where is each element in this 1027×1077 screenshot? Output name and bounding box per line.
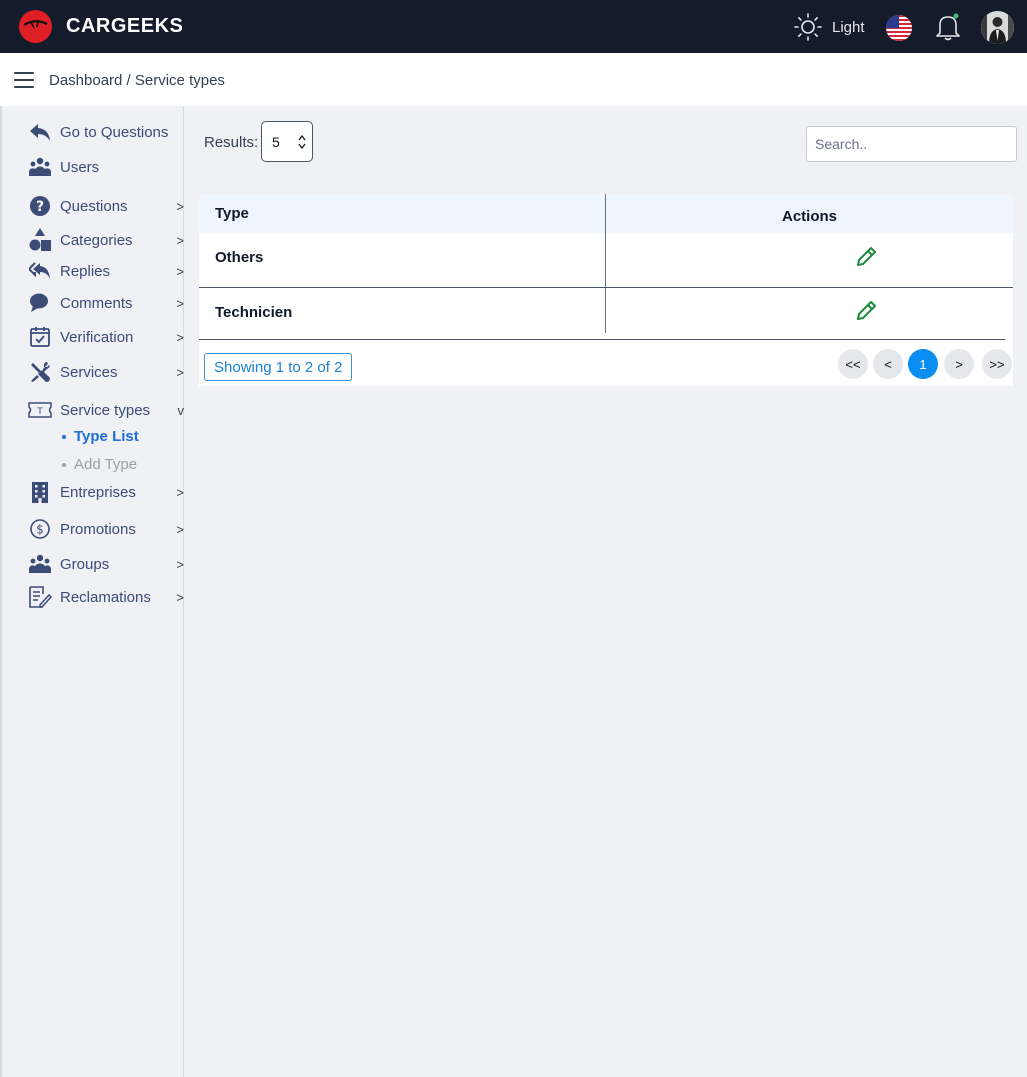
sidebar-item-questions[interactable]: ? Questions >: [28, 193, 184, 219]
brand-name: CARGEEKS: [66, 15, 184, 37]
sidebar-item-go-to-questions[interactable]: Go to Questions: [28, 119, 184, 145]
results-per-page-select[interactable]: 5: [261, 121, 313, 162]
pagination-page-1[interactable]: 1: [908, 349, 938, 379]
pagination-next-button[interactable]: >: [944, 349, 974, 379]
shapes-icon: [28, 228, 52, 252]
calendar-check-icon: [28, 325, 52, 349]
reply-arrow-icon: [28, 120, 52, 144]
svg-text:$: $: [36, 523, 44, 537]
svg-text:?: ?: [36, 199, 44, 215]
sidebar-item-reclamations[interactable]: Reclamations >: [28, 584, 184, 610]
pagination-prev-button[interactable]: <: [873, 349, 903, 379]
sidebar-item-replies[interactable]: Replies >: [28, 258, 184, 284]
pagination-last-button[interactable]: >>: [982, 349, 1012, 379]
row-divider: [199, 339, 1005, 340]
us-flag-icon[interactable]: [886, 15, 912, 41]
logo[interactable]: [19, 10, 52, 43]
ticket-icon: T: [28, 398, 52, 422]
dollar-circle-icon: $: [28, 517, 52, 541]
bell-icon[interactable]: [934, 12, 962, 42]
users-icon: [28, 552, 52, 576]
table-row-type: Others: [215, 249, 264, 266]
question-circle-icon: ?: [28, 194, 52, 218]
sidebar-item-promotions[interactable]: $ Promotions >: [28, 516, 184, 542]
sidebar-item-groups[interactable]: Groups >: [28, 551, 184, 577]
comments-icon: [28, 291, 52, 315]
search-input[interactable]: [806, 126, 1017, 162]
bullet-icon: [62, 434, 66, 439]
bullet-icon: [62, 462, 66, 467]
sidebar-item-users[interactable]: Users: [28, 154, 184, 180]
sidebar-subitem-type-list[interactable]: Type List: [62, 428, 139, 445]
sidebar-item-services[interactable]: Services >: [28, 359, 184, 385]
tools-icon: [28, 360, 52, 384]
service-types-table: Type Actions Others Technicien Showing 1…: [199, 194, 1013, 386]
column-header-actions: Actions: [606, 194, 1013, 233]
document-edit-icon: [28, 585, 52, 609]
theme-toggle[interactable]: Light: [793, 12, 865, 42]
sun-icon: [794, 13, 822, 41]
showing-entries-info: Showing 1 to 2 of 2: [204, 353, 353, 381]
column-header-type[interactable]: Type: [199, 194, 606, 233]
results-label: Results:: [204, 134, 259, 151]
breadcrumb: Dashboard / Service types: [49, 72, 225, 89]
sidebar-item-categories[interactable]: Categories >: [28, 227, 184, 253]
user-avatar[interactable]: [981, 11, 1014, 44]
column-divider: [605, 194, 606, 333]
breadcrumb-bar: Dashboard / Service types: [0, 53, 1027, 106]
top-bar: CARGEEKS Light: [0, 0, 1027, 53]
theme-label: Light: [832, 18, 865, 36]
sidebar-item-entreprises[interactable]: Entreprises >: [28, 479, 184, 505]
building-icon: [28, 480, 52, 504]
sidebar-item-verification[interactable]: Verification >: [28, 324, 184, 350]
pagination-first-button[interactable]: <<: [838, 349, 868, 379]
select-arrows-icon: [298, 135, 306, 149]
row-divider: [199, 287, 1013, 288]
sidebar: Go to Questions Users ? Questions > Cate…: [0, 106, 184, 1077]
pencil-icon[interactable]: [853, 298, 879, 324]
table-row-type: Technicien: [215, 304, 293, 321]
users-icon: [28, 155, 52, 179]
svg-text:T: T: [36, 407, 43, 417]
hamburger-menu-icon[interactable]: [14, 72, 34, 88]
pencil-icon[interactable]: [853, 244, 879, 270]
sidebar-subitem-add-type[interactable]: Add Type: [62, 456, 137, 473]
sidebar-item-service-types[interactable]: T Service types v: [28, 397, 184, 423]
sidebar-item-comments[interactable]: Comments >: [28, 290, 184, 316]
reply-all-icon: [28, 259, 52, 283]
